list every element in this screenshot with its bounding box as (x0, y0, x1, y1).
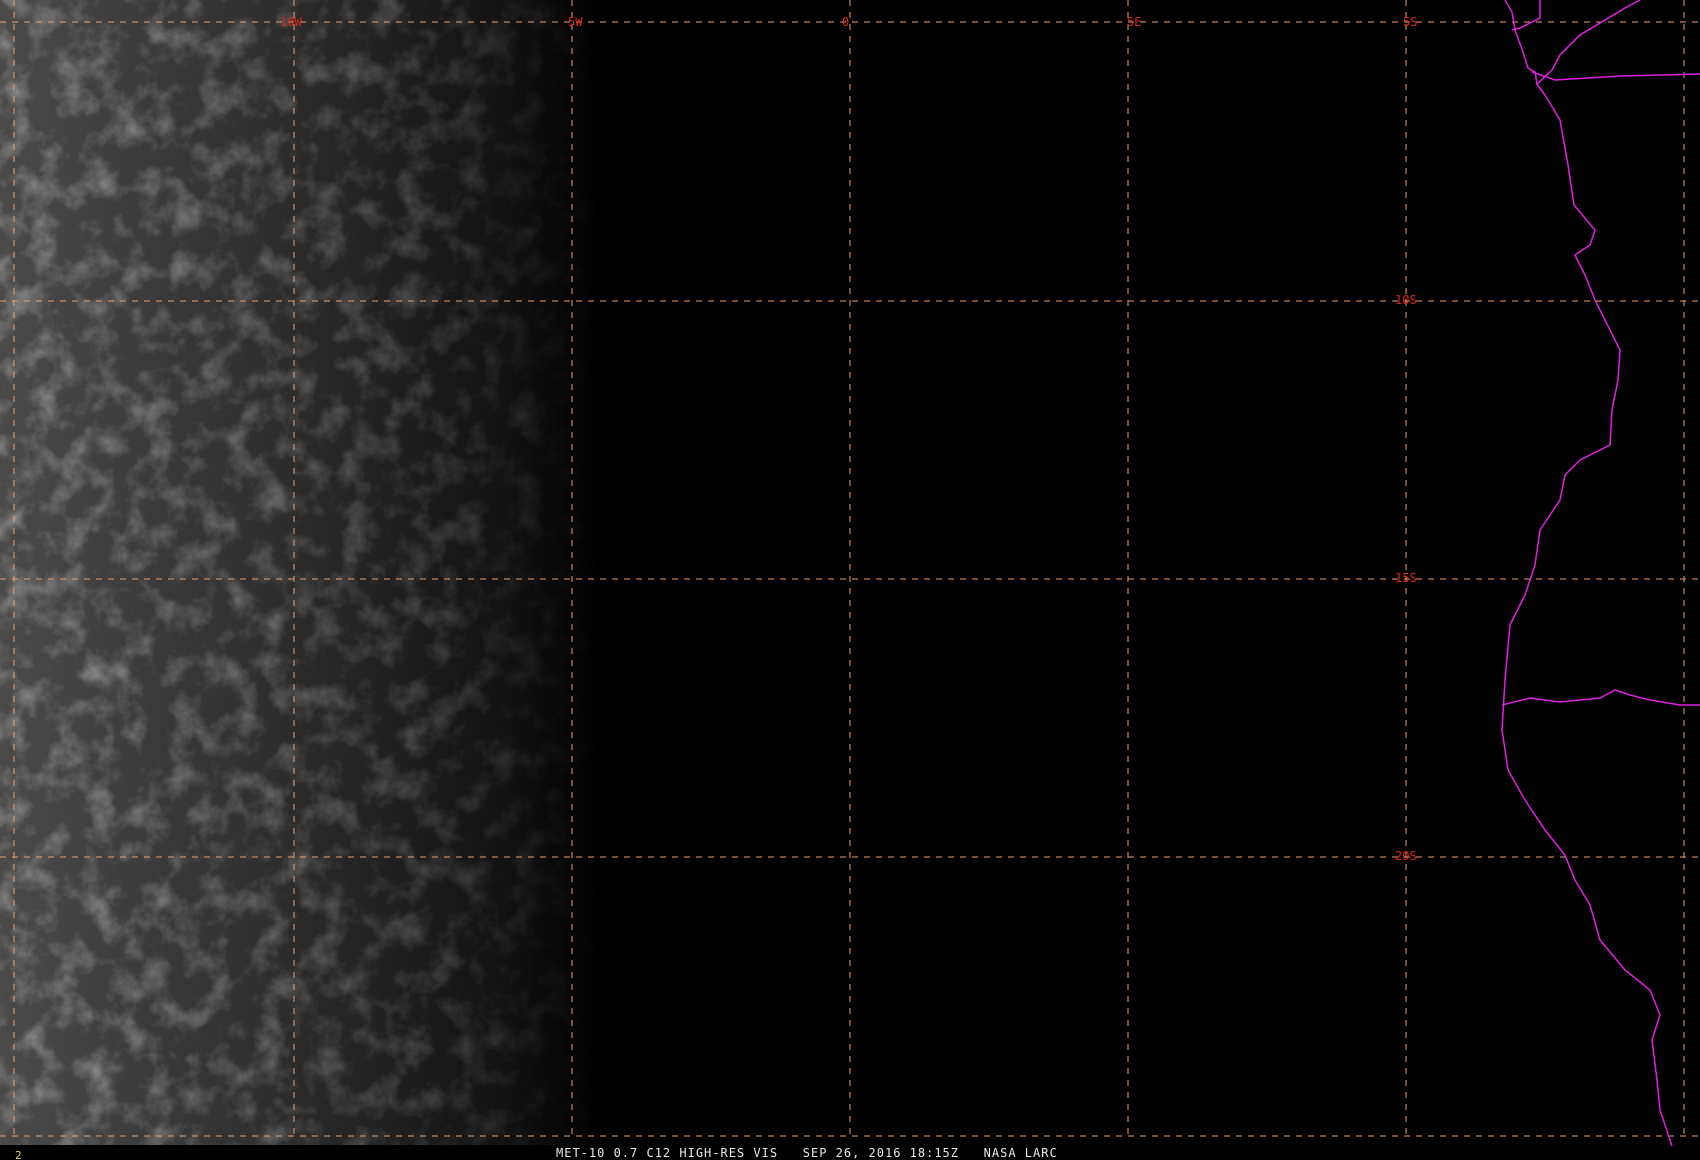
lon-label-5e: 5E (1127, 15, 1141, 29)
image-caption: MET-10 0.7 C12 HIGH-RES VIS SEP 26, 2016… (556, 1146, 1058, 1160)
satellite-map: 10W 5W 0 5E 5S 10S 15S 20S MET-10 0.7 C1… (0, 0, 1700, 1160)
lat-label-5s: 5S (1403, 15, 1417, 29)
cloud-field (0, 0, 600, 1145)
lat-label-20s: 20S (1395, 849, 1417, 863)
lat-label-10s: 10S (1395, 293, 1417, 307)
lon-label-0: 0 (842, 15, 849, 29)
frame-number: 2 (15, 1149, 22, 1160)
lat-label-15s: 15S (1395, 571, 1417, 585)
lon-label-5w: 5W (568, 15, 583, 29)
lon-label-10w: 10W (280, 15, 302, 29)
